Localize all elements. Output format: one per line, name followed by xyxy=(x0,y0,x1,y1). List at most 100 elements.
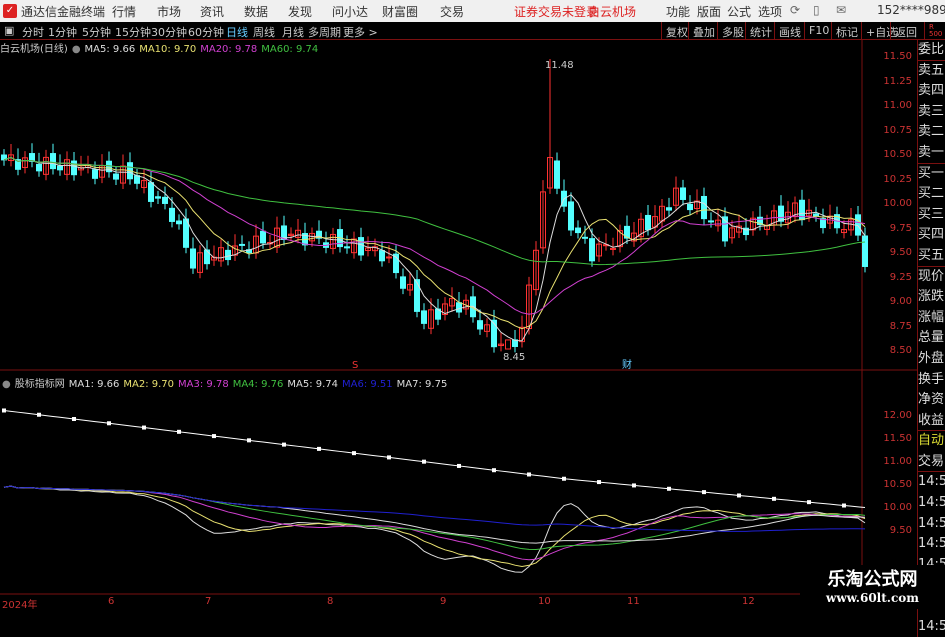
ma7-dot xyxy=(562,476,566,481)
sidebar-label[interactable]: 14:56 xyxy=(918,493,945,514)
indicator-axis-label: 12.00 xyxy=(883,410,912,421)
date-label: 9 xyxy=(440,596,447,607)
sidebar-label[interactable]: 收益 xyxy=(918,411,945,432)
watermark: 乐淘公式网 www.60lt.com xyxy=(800,565,945,609)
candle xyxy=(176,220,182,225)
candle xyxy=(666,207,672,211)
candle xyxy=(50,153,56,170)
sidebar-label[interactable]: 14:56 xyxy=(918,472,945,493)
ma7-dot xyxy=(107,421,111,426)
ma10-line xyxy=(3,156,866,330)
quote-sidebar: 委比 卖五 卖四 卖三 卖二 卖一 买一 买二 买三 买四 买五 现价 涨跌 涨幅 总量 外盘 换手 净资 收益 自动… xyxy=(917,40,945,637)
date-label: 8 xyxy=(327,596,334,607)
candle xyxy=(36,163,42,172)
candle xyxy=(344,246,350,249)
ma7-dot xyxy=(807,500,811,505)
watermark-url: www.60lt.com xyxy=(826,591,919,605)
ma7-dot xyxy=(457,463,461,468)
price-axis-label: 10.00 xyxy=(883,198,912,209)
candle xyxy=(57,165,63,171)
candle xyxy=(421,310,427,324)
ma7-dot xyxy=(597,480,601,485)
sidebar-label[interactable]: 卖一 xyxy=(918,143,945,164)
high-label: 11.48 xyxy=(545,60,574,71)
price-axis-label: 8.75 xyxy=(889,320,912,332)
price-axis-label: 10.75 xyxy=(883,124,912,136)
sidebar-label[interactable]: 净资 xyxy=(918,390,945,411)
candle xyxy=(386,256,392,259)
indicator-axis-label: 11.00 xyxy=(883,456,912,467)
candle xyxy=(456,302,462,313)
sidebar-label[interactable]: 涨幅 xyxy=(918,308,945,329)
candle xyxy=(680,187,686,200)
sidebar-label[interactable]: 卖二 xyxy=(918,122,945,143)
sidebar-label[interactable]: 买三 xyxy=(918,205,945,226)
candle xyxy=(708,220,714,223)
ma7-dot xyxy=(282,442,286,447)
sidebar-label[interactable]: 买四 xyxy=(918,225,945,246)
sidebar-label[interactable]: 卖三 xyxy=(918,102,945,123)
ma7-dot xyxy=(422,459,426,464)
indicator-axis-label: 11.50 xyxy=(883,433,912,444)
kline-chart[interactable]: 11.48 8.45 S 财 xyxy=(0,0,945,609)
ma7-dot xyxy=(492,468,496,473)
ma7-dot xyxy=(527,472,531,477)
ma7-dot xyxy=(772,496,776,501)
sidebar-label[interactable]: 委比 xyxy=(918,40,945,61)
candle xyxy=(358,237,364,256)
marker-cai: 财 xyxy=(622,358,632,371)
ma7-dot xyxy=(632,483,636,488)
price-axis-label: 9.00 xyxy=(889,296,912,307)
candle xyxy=(162,196,168,204)
candle xyxy=(190,248,196,269)
candle xyxy=(568,201,574,231)
candle xyxy=(575,227,581,234)
sidebar-label[interactable]: 买一 xyxy=(918,164,945,185)
ma7-dot xyxy=(842,503,846,508)
ma7-dot xyxy=(72,417,76,422)
ma7-dot xyxy=(177,429,181,434)
price-axis-label: 8.50 xyxy=(889,345,912,356)
sidebar-label[interactable]: 外盘 xyxy=(918,349,945,370)
date-label: 11 xyxy=(627,596,640,607)
date-label: 7 xyxy=(205,596,212,607)
candle xyxy=(813,213,819,217)
sidebar-label[interactable]: 14:56 xyxy=(918,534,945,555)
ma7-dot xyxy=(737,493,741,498)
marker-s: S xyxy=(352,360,358,371)
candle xyxy=(169,207,175,222)
candle xyxy=(414,279,420,312)
ma20-line xyxy=(3,156,866,315)
candle xyxy=(379,250,385,262)
candle xyxy=(113,173,119,180)
ma7-dot xyxy=(37,412,41,417)
sidebar-label[interactable]: 现价 xyxy=(918,267,945,288)
ma7-dot xyxy=(212,434,216,439)
ma7-dot xyxy=(387,455,391,460)
sidebar-label[interactable]: 涨跌 xyxy=(918,287,945,308)
candle xyxy=(71,160,77,176)
candle xyxy=(477,320,483,330)
sidebar-label[interactable]: 14:56 xyxy=(918,617,945,637)
ma7-dot xyxy=(667,486,671,491)
indicator-line xyxy=(3,485,866,561)
date-label: 12 xyxy=(742,596,755,607)
candle xyxy=(645,214,651,231)
sidebar-label[interactable]: 卖四 xyxy=(918,81,945,102)
ma7-dot xyxy=(352,451,356,456)
candle xyxy=(589,238,595,262)
candle xyxy=(92,169,98,179)
price-axis-label: 9.75 xyxy=(889,222,912,234)
sidebar-label[interactable]: 14:56 xyxy=(918,514,945,535)
candle xyxy=(505,339,511,350)
sidebar-label[interactable]: 卖五 xyxy=(918,61,945,82)
sidebar-label[interactable]: 交易 xyxy=(918,452,945,473)
price-axis-label: 11.00 xyxy=(883,100,912,111)
sidebar-label[interactable]: 换手 xyxy=(918,370,945,391)
sidebar-label[interactable]: 自动 xyxy=(918,431,945,452)
sidebar-label[interactable]: 买二 xyxy=(918,184,945,205)
candle xyxy=(862,235,868,267)
sidebar-label[interactable]: 买五 xyxy=(918,246,945,267)
candle xyxy=(701,195,707,220)
sidebar-label[interactable]: 总量 xyxy=(918,328,945,349)
